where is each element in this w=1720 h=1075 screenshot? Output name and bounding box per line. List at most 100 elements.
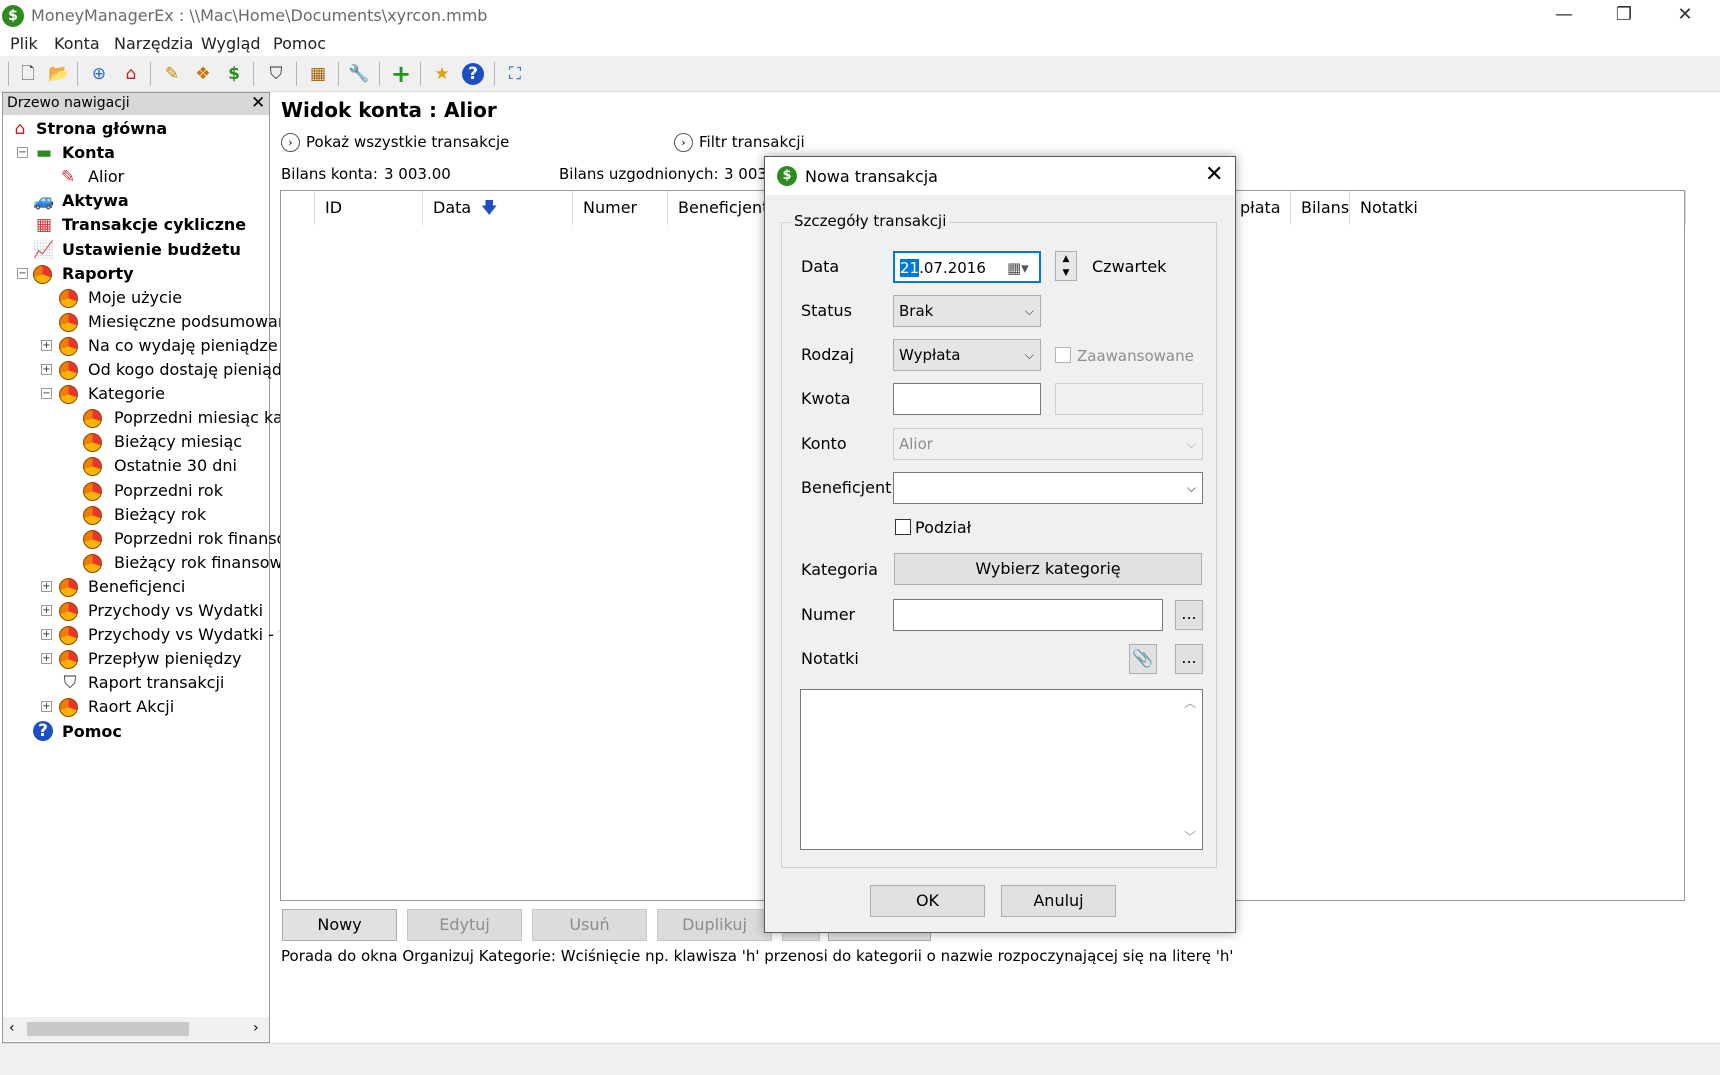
notes-textarea[interactable]: ︿ ﹀ <box>800 689 1203 850</box>
calendar-icon[interactable]: ▦▾ <box>1007 253 1029 281</box>
nav-item-24[interactable]: + Raort Akcji <box>3 695 269 719</box>
nav-item-4[interactable]: ▦ Transakcje cykliczne <box>3 213 269 237</box>
nav-item-5[interactable]: 📈 Ustawienie budżetu <box>3 238 269 262</box>
status-dropdown[interactable]: Brak ⌵ <box>893 295 1041 327</box>
split-checkbox[interactable] <box>895 519 911 535</box>
menu-view[interactable]: Wygląd <box>201 34 261 53</box>
expand-icon[interactable]: + <box>41 605 52 616</box>
column-header-date[interactable]: Data 🡇 <box>423 191 573 225</box>
collapse-icon[interactable]: − <box>17 267 28 279</box>
amount-input[interactable] <box>893 383 1041 415</box>
nav-item-7[interactable]: Moje użycie <box>3 286 269 310</box>
nav-item-19[interactable]: + Beneficjenci <box>3 575 269 599</box>
nav-item-1[interactable]: − ▬ Konta <box>3 141 269 165</box>
nav-item-2[interactable]: ✎ Alior <box>3 165 269 189</box>
nav-horizontal-scrollbar[interactable]: ‹ › <box>3 1017 269 1041</box>
nav-item-label: Bieżący rok finansowy <box>114 552 293 572</box>
nav-item-10[interactable]: + Od kogo dostaję pieniądz <box>3 358 290 382</box>
nav-item-13[interactable]: Bieżący miesiąc <box>3 430 269 454</box>
nav-item-21[interactable]: + Przychody vs Wydatki - w <box>3 623 292 647</box>
new-button[interactable]: Nowy <box>282 909 397 941</box>
nav-item-8[interactable]: Miesięczne podsumowan <box>3 310 288 334</box>
column-header-balance[interactable]: Bilans <box>1291 191 1350 225</box>
nav-item-22[interactable]: + Przepływ pieniędzy <box>3 647 269 671</box>
nav-item-16[interactable]: Bieżący rok <box>3 503 269 527</box>
nav-item-14[interactable]: Ostatnie 30 dni <box>3 454 269 478</box>
column-header-id[interactable]: ID <box>315 191 423 225</box>
favorites-icon[interactable]: ★ <box>430 62 454 86</box>
date-picker[interactable]: 21.07.2016 ▦▾ <box>893 251 1041 283</box>
nav-item-3[interactable]: 🚙 Aktywa <box>3 189 269 213</box>
nav-item-12[interactable]: Poprzedni miesiąc kal <box>3 406 287 430</box>
advanced-checkbox[interactable] <box>1055 347 1071 363</box>
nav-item-0[interactable]: ⌂ Strona główna <box>3 117 269 141</box>
column-header-number[interactable]: Numer <box>573 191 668 225</box>
collapse-icon[interactable]: − <box>17 147 28 159</box>
currency-icon[interactable]: $ <box>222 62 246 86</box>
menu-accounts[interactable]: Konta <box>54 34 100 53</box>
attachment-icon[interactable]: 📎 <box>1129 644 1157 674</box>
new-transaction-icon[interactable]: + <box>389 62 413 86</box>
scroll-down-icon[interactable]: ﹀ <box>1184 828 1196 845</box>
help-icon[interactable]: ? <box>462 63 484 85</box>
menu-file[interactable]: Plik <box>10 34 38 53</box>
expand-icon[interactable]: + <box>41 629 52 641</box>
cancel-button[interactable]: Anuluj <box>1001 885 1116 917</box>
column-header-status[interactable] <box>281 191 315 225</box>
budget-icon[interactable]: ▦ <box>306 62 330 86</box>
nav-item-9[interactable]: + Na co wydaję pieniądze <box>3 334 278 358</box>
nav-item-15[interactable]: Poprzedni rok <box>3 479 269 503</box>
ok-button[interactable]: OK <box>870 885 985 917</box>
column-header-notes[interactable]: Notatki <box>1350 191 1686 225</box>
nav-item-20[interactable]: + Przychody vs Wydatki <box>3 599 269 623</box>
scrollbar-thumb[interactable] <box>27 1022 189 1036</box>
new-file-icon[interactable]: 🗋 <box>16 62 40 86</box>
nav-item-23[interactable]: ⛉ Raport transakcji <box>3 671 269 695</box>
scroll-up-icon[interactable]: ︿ <box>1184 694 1196 711</box>
options-icon[interactable]: 🔧 <box>347 62 371 86</box>
close-button[interactable]: ✕ <box>1656 0 1714 32</box>
date-spinner[interactable]: ▲ ▼ <box>1055 251 1077 281</box>
edit-button[interactable]: Edytuj <box>407 909 522 941</box>
delete-button[interactable]: Usuń <box>532 909 647 941</box>
restore-button[interactable]: ❐ <box>1595 0 1653 32</box>
choose-category-button[interactable]: Wybierz kategorię <box>894 553 1202 585</box>
column-header-withdrawal[interactable]: płata <box>1236 191 1291 225</box>
menu-tools[interactable]: Narzędzia <box>114 34 193 53</box>
type-dropdown[interactable]: Wypłata ⌵ <box>893 339 1041 371</box>
expand-icon[interactable]: + <box>41 580 52 592</box>
duplicate-button[interactable]: Duplikuj <box>657 909 772 941</box>
organize-payees-icon[interactable]: ✎ <box>160 62 184 86</box>
number-input[interactable] <box>893 599 1163 631</box>
home-icon[interactable]: ⌂ <box>119 62 143 86</box>
spin-up-icon[interactable]: ▲ <box>1056 252 1076 266</box>
nav-item-6[interactable]: − Raporty <box>3 262 269 286</box>
date-label: Data <box>801 257 840 276</box>
nav-item-18[interactable]: Bieżący rok finansowy <box>3 551 292 575</box>
notes-more-button[interactable]: ... <box>1175 644 1203 674</box>
spin-down-icon[interactable]: ▼ <box>1056 266 1076 280</box>
fullscreen-icon[interactable]: ⛶ <box>503 62 527 86</box>
nav-item-17[interactable]: Poprzedni rok finanso <box>3 527 286 551</box>
transaction-filter-icon[interactable]: ⛉ <box>264 62 288 86</box>
minimize-button[interactable]: — <box>1535 0 1593 32</box>
expand-icon[interactable]: + <box>41 364 52 375</box>
nav-item-25[interactable]: ? Pomoc <box>3 720 269 744</box>
new-account-icon[interactable]: ⊕ <box>87 62 111 86</box>
expand-icon[interactable]: + <box>41 339 52 351</box>
scroll-right-icon[interactable]: › <box>253 1020 259 1036</box>
payee-combobox[interactable]: ⌵ <box>893 472 1203 504</box>
expand-icon[interactable]: + <box>41 701 52 713</box>
number-more-button[interactable]: ... <box>1175 600 1203 630</box>
transaction-filter-link[interactable]: › Filtr transakcji <box>674 133 805 152</box>
organize-categories-icon[interactable]: ❖ <box>191 62 215 86</box>
collapse-icon[interactable]: − <box>41 388 52 400</box>
nav-item-11[interactable]: − Kategorie <box>3 382 269 406</box>
show-all-transactions-link[interactable]: › Pokaż wszystkie transakcje <box>281 133 509 152</box>
expand-icon[interactable]: + <box>41 653 52 665</box>
dialog-close-button[interactable]: ✕ <box>1205 162 1223 187</box>
open-folder-icon[interactable]: 📂 <box>47 62 71 86</box>
nav-close-button[interactable]: ✕ <box>251 93 265 113</box>
scroll-left-icon[interactable]: ‹ <box>9 1020 15 1036</box>
menu-help[interactable]: Pomoc <box>273 34 326 53</box>
